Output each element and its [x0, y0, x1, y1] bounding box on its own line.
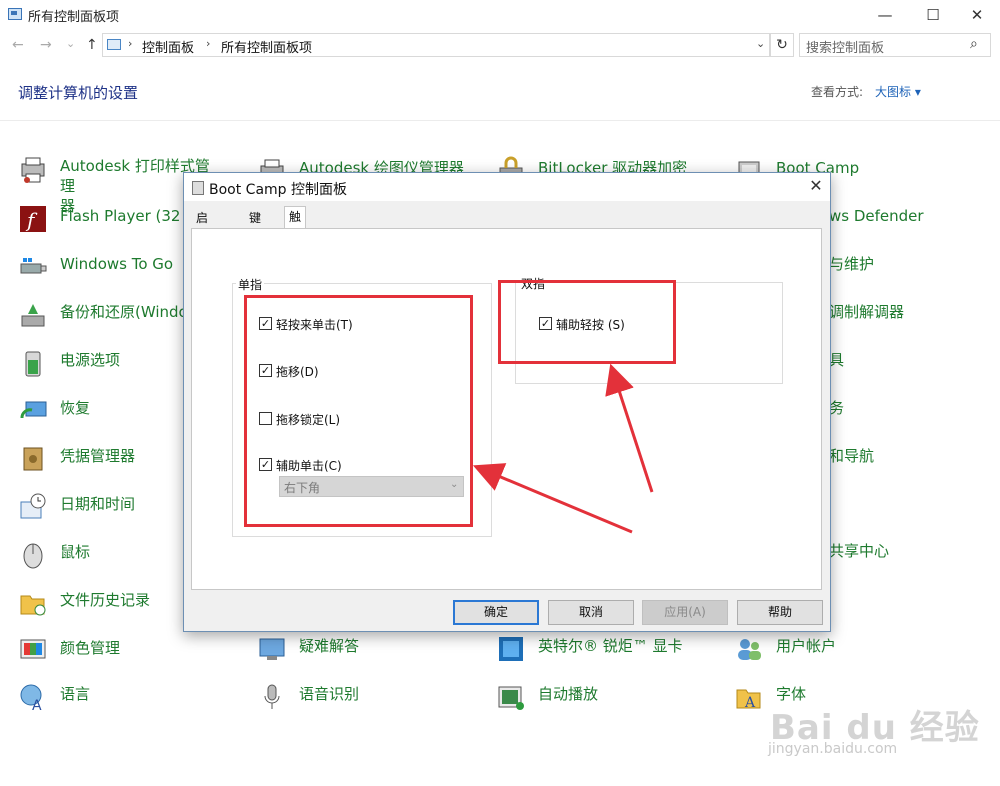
annotation-arrows	[472, 363, 654, 534]
annotation-arrow-up	[605, 363, 654, 493]
annotation-arrow-left	[472, 463, 633, 534]
baidu-watermark-url: jingyan.baidu.com	[768, 741, 898, 757]
